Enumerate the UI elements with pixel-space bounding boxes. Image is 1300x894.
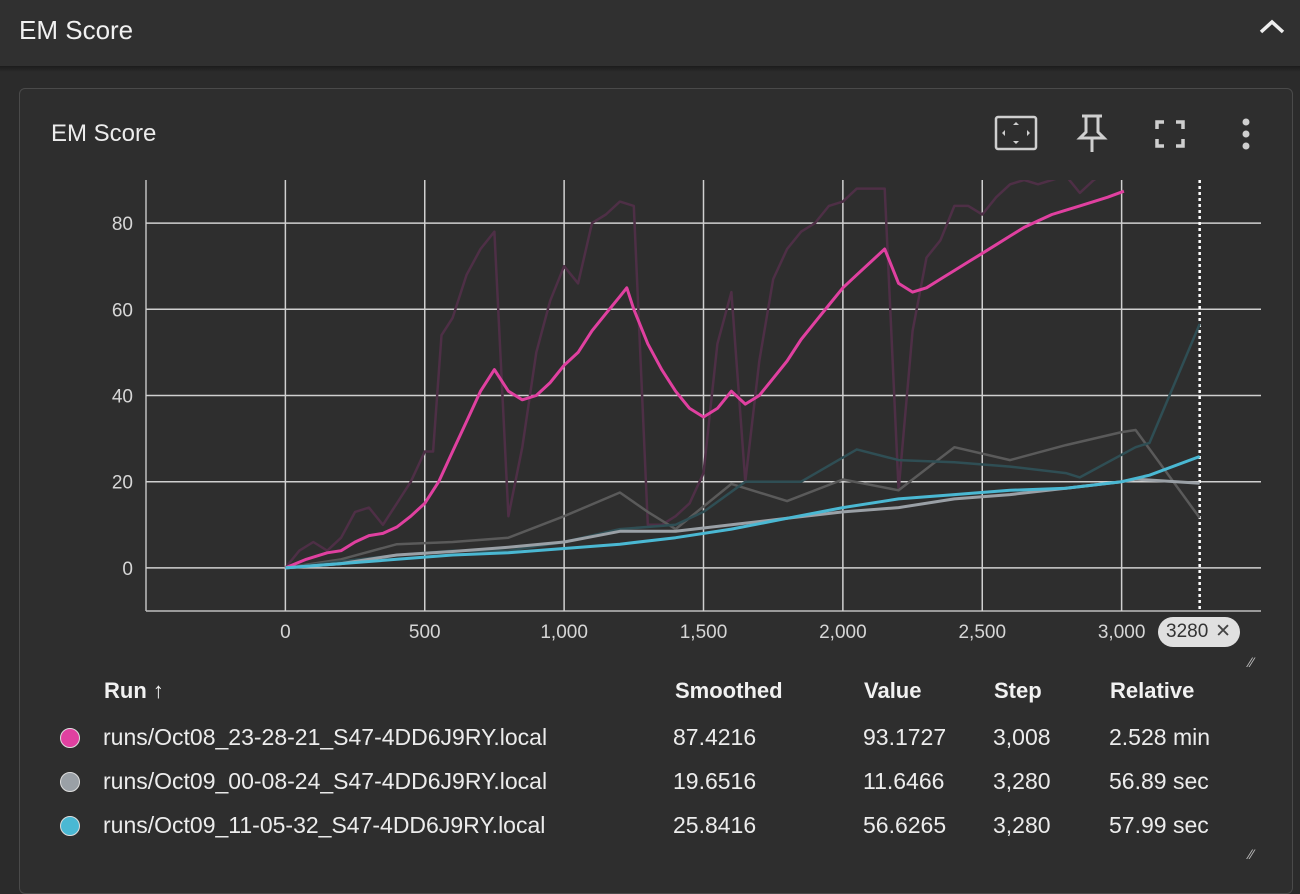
raw-value: 93.1727 [863, 724, 947, 750]
chart-smoothed-series [284, 189, 1201, 570]
series-color-swatch [60, 816, 80, 836]
x-tick-label: 2,500 [958, 622, 1006, 643]
raw-value: 11.6466 [863, 768, 945, 794]
step-value: 3,280 [993, 812, 1051, 838]
line-chart[interactable]: 0 500 1,000 1,500 2,000 2,500 3,000 0 20 40 60 80 [0, 0, 1300, 894]
y-tick-label: 20 [112, 473, 133, 494]
smoothed-series-line-1 [285, 477, 1200, 570]
col-header-value: Value [864, 678, 922, 703]
x-tick-label: 2,000 [819, 622, 867, 643]
run-name: runs/Oct09_00-08-24_S47-4DD6J9RY.local [103, 768, 548, 794]
raw-value: 56.6265 [863, 812, 947, 838]
x-tick-label: 3,000 [1098, 622, 1146, 643]
chart-tick-labels: 0 500 1,000 1,500 2,000 2,500 3,000 0 20 40 60 80 [112, 214, 1146, 643]
y-tick-label: 0 [122, 559, 133, 580]
y-tick-label: 80 [112, 214, 133, 235]
step-cursor-badge: 3280 ✕ [1158, 617, 1240, 647]
smoothed-value: 19.6516 [673, 768, 757, 794]
relative-time: 57.99 sec [1109, 812, 1209, 838]
x-tick-label: 1,000 [540, 622, 588, 643]
x-tick-label: 1,500 [680, 622, 728, 643]
step-value: 3,008 [993, 724, 1051, 750]
chart-raw-series [284, 180, 1201, 570]
resize-handle-icon[interactable]: ⁄⁄ [1249, 654, 1254, 670]
col-header-smoothed: Smoothed [675, 678, 783, 703]
relative-time: 2.528 min [1109, 724, 1211, 750]
step-value: 3,280 [993, 768, 1051, 794]
series-color-swatch [60, 728, 80, 748]
relative-time: 56.89 sec [1109, 768, 1209, 794]
run-name: runs/Oct08_23-28-21_S47-4DD6J9RY.local [103, 724, 548, 750]
resize-handle-icon[interactable]: ⁄⁄ [1249, 846, 1254, 862]
col-header-run[interactable]: Run ↑ [104, 678, 164, 704]
chart-grid [145, 180, 1261, 612]
y-tick-label: 40 [112, 387, 133, 408]
smoothed-value: 87.4216 [673, 724, 757, 750]
y-tick-label: 60 [112, 300, 133, 321]
x-tick-label: 500 [409, 622, 441, 643]
x-tick-label: 0 [280, 622, 291, 643]
col-header-relative: Relative [1110, 678, 1195, 703]
close-icon[interactable]: ✕ [1215, 617, 1231, 647]
col-header-step: Step [994, 678, 1042, 703]
run-name: runs/Oct09_11-05-32_S47-4DD6J9RY.local [103, 812, 546, 838]
series-color-swatch [60, 772, 80, 792]
step-cursor-value: 3280 [1166, 621, 1209, 642]
smoothed-value: 25.8416 [673, 812, 757, 838]
raw-series-line-0 [284, 180, 1097, 569]
